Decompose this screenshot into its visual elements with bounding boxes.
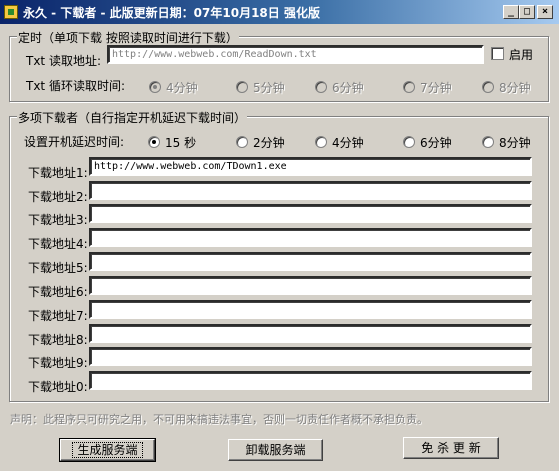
cycle-option-6-label: 6分钟 (332, 81, 364, 95)
download-8-label: 下载地址8: (28, 333, 88, 347)
download-1-label: 下载地址1: (28, 166, 88, 180)
delay-option-2m-label: 2分钟 (253, 136, 285, 150)
maximize-button[interactable]: □ (519, 5, 535, 19)
minimize-button[interactable]: _ (503, 5, 519, 19)
download-5-input[interactable] (89, 252, 532, 271)
download-8-input[interactable] (89, 324, 532, 343)
cycle-radio-4[interactable] (149, 81, 161, 93)
delay-label: 设置开机延迟时间: (24, 135, 125, 149)
generate-server-button[interactable]: 生成服务端 (59, 438, 156, 462)
delay-radio-8m[interactable] (482, 136, 494, 148)
download-6-label: 下载地址6: (28, 285, 88, 299)
app-icon[interactable] (4, 5, 18, 19)
delay-radio-15s[interactable] (148, 136, 160, 148)
uninstall-server-button[interactable]: 卸载服务端 (228, 439, 323, 461)
enable-label: 启用 (509, 48, 534, 62)
delay-radio-6m[interactable] (403, 136, 415, 148)
cycle-radio-7[interactable] (403, 81, 415, 93)
download-7-label: 下载地址7: (28, 309, 88, 323)
download-4-input[interactable] (89, 228, 532, 247)
txt-url-input[interactable]: http://www.webweb.com/ReadDown.txt (107, 45, 484, 64)
download-2-label: 下载地址2: (28, 190, 88, 204)
cycle-radio-8[interactable] (482, 81, 494, 93)
disclaimer-text: 声明：此程序只可研究之用，不可用来搞违法事宜，否则一切责任作者概不承担负责。 (10, 413, 428, 426)
txt-url-label: Txt 读取地址: (26, 54, 101, 68)
cycle-option-4-label: 4分钟 (166, 81, 198, 95)
enable-checkbox[interactable] (491, 47, 504, 60)
window-title: 永久 - 下载者 - 此版更新日期：07年10月18日 强化版 (23, 6, 320, 20)
delay-option-4m-label: 4分钟 (332, 136, 364, 150)
title-bar[interactable]: 永久 - 下载者 - 此版更新日期：07年10月18日 强化版 _ □ × (0, 0, 559, 24)
anti-kill-update-button[interactable]: 免 杀 更 新 (403, 437, 499, 459)
download-5-label: 下载地址5: (28, 261, 88, 275)
cycle-radio-5[interactable] (236, 81, 248, 93)
download-0-input[interactable] (89, 371, 532, 390)
cycle-option-5-label: 5分钟 (253, 81, 285, 95)
cycle-option-7-label: 7分钟 (420, 81, 452, 95)
multi-group-legend: 多项下载者（自行指定开机延迟下载时间） (17, 109, 248, 126)
cycle-option-8-label: 8分钟 (499, 81, 531, 95)
download-3-label: 下载地址3: (28, 213, 88, 227)
download-2-input[interactable] (89, 181, 532, 200)
download-7-input[interactable] (89, 300, 532, 319)
download-9-label: 下载地址9: (28, 356, 88, 370)
generate-server-label: 生成服务端 (72, 442, 143, 458)
download-0-label: 下载地址0: (28, 380, 88, 394)
delay-option-6m-label: 6分钟 (420, 136, 452, 150)
delay-option-15s-label: 15 秒 (165, 136, 197, 150)
download-9-input[interactable] (89, 347, 532, 366)
download-6-input[interactable] (89, 276, 532, 295)
cycle-label: Txt 循环读取时间: (26, 79, 125, 93)
delay-option-8m-label: 8分钟 (499, 136, 531, 150)
delay-radio-4m[interactable] (315, 136, 327, 148)
download-4-label: 下载地址4: (28, 237, 88, 251)
download-1-input[interactable]: http://www.webweb.com/TDown1.exe (89, 157, 532, 176)
timer-group-legend: 定时（单项下载 按照读取时间进行下载） (17, 29, 239, 46)
cycle-radio-6[interactable] (315, 81, 327, 93)
delay-radio-2m[interactable] (236, 136, 248, 148)
close-button[interactable]: × (537, 5, 553, 19)
download-3-input[interactable] (89, 204, 532, 223)
